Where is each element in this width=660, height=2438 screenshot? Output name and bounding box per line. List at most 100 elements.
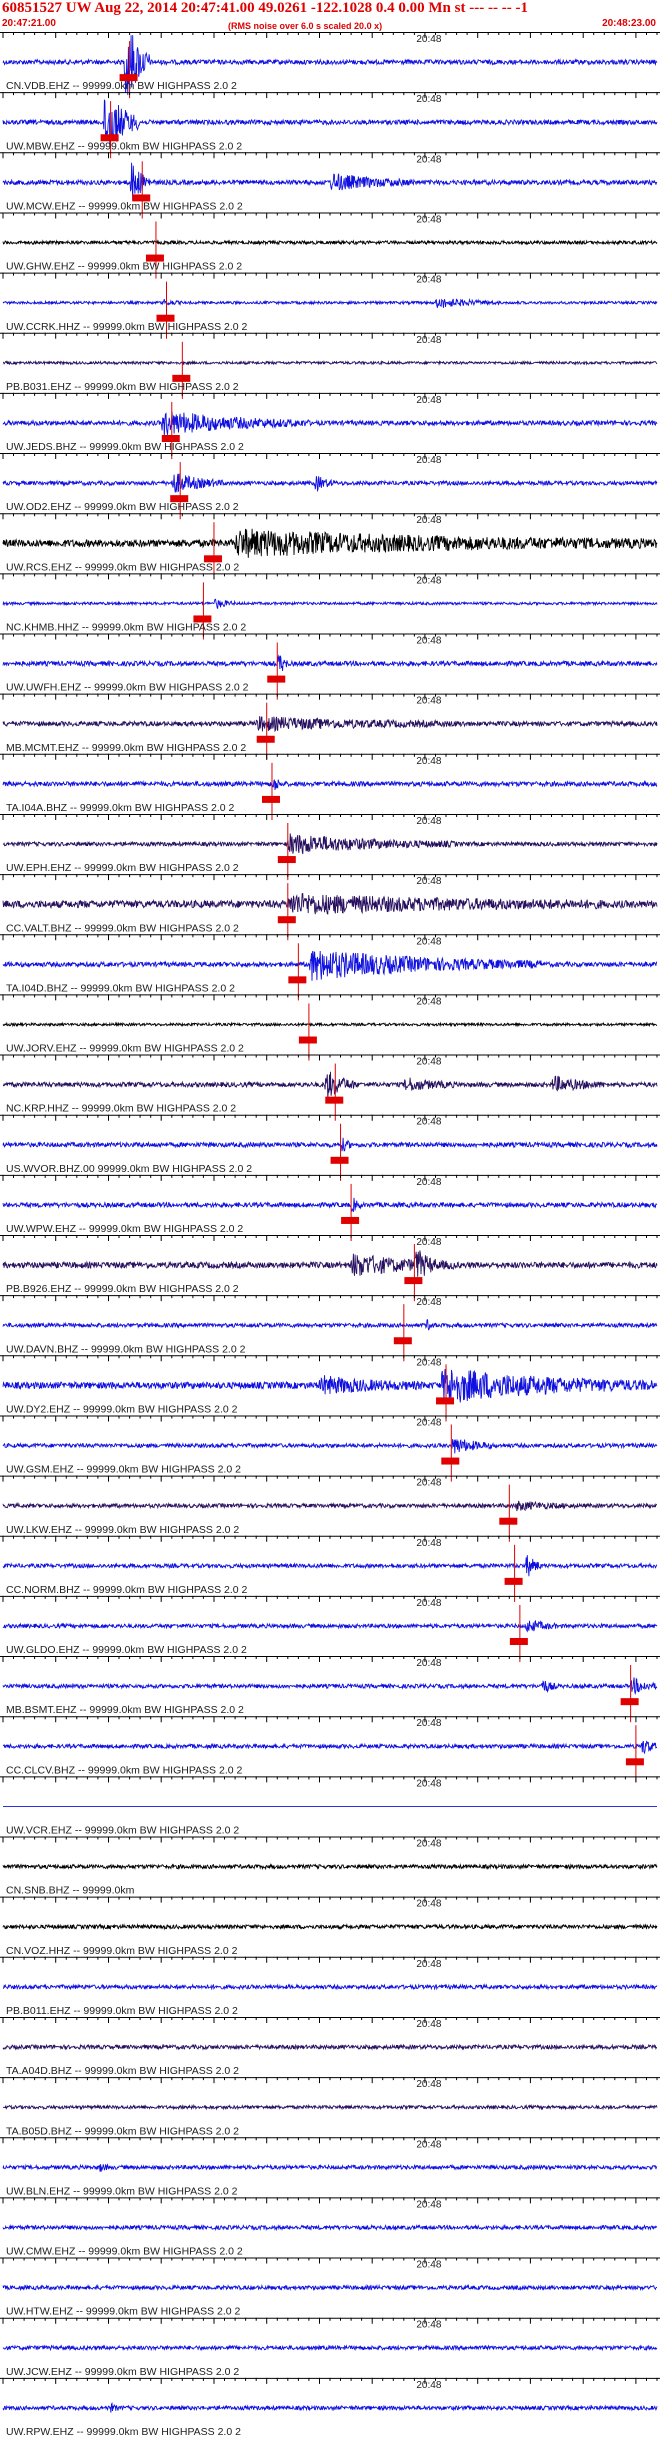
time-mark-label: 20:48	[416, 756, 441, 767]
phase-pick-flag	[341, 1216, 360, 1224]
time-mark-label: 20:48	[416, 1478, 441, 1489]
trace-label: TA.I04D.BHZ -- 99999.0km BW HIGHPASS 2.0…	[6, 982, 235, 994]
trace-row: 20:48 UW.OD2.EHZ -- 99999.0km BW HIGHPASS…	[0, 453, 660, 520]
trace-row: 20:48 UW.CCRK.HHZ -- 99999.0km BW HIGHPAS…	[0, 272, 660, 339]
seismogram-plot: 20:48 CN.VDB.EHZ -- 99999.0km BW HIGHPASS…	[0, 32, 660, 2438]
time-mark-label: 20:48	[416, 2380, 441, 2391]
waveform-trace	[2, 950, 658, 981]
time-mark-label: 20:48	[416, 34, 441, 45]
waveform-trace	[2, 1368, 658, 1404]
waveform-trace	[2, 2283, 658, 2292]
time-mark-label: 20:48	[416, 2139, 441, 2150]
time-mark-label: 20:48	[416, 455, 441, 466]
time-mark-label: 20:48	[416, 1057, 441, 1068]
trace-label: CN.SNB.BHZ -- 99999.0km	[6, 1885, 135, 1897]
time-mark-label: 20:48	[416, 1959, 441, 1970]
time-mark-label: 20:48	[416, 2079, 441, 2090]
phase-pick-flag	[499, 1517, 518, 1525]
trace-label: UW.RCS.EHZ -- 99999.0km BW HIGHPASS 2.0 …	[6, 561, 239, 573]
time-mark-label: 20:48	[416, 94, 441, 105]
trace-row: 20:48 CC.NORM.BHZ -- 99999.0km BW HIGHPAS…	[0, 1535, 660, 1602]
time-mark-label: 20:48	[416, 214, 441, 225]
trace-row: 20:48 UW.HTW.EHZ -- 99999.0km BW HIGHPASS…	[0, 2257, 660, 2318]
trace-row: 20:48 UW.BLN.EHZ -- 99999.0km BW HIGHPASS…	[0, 2137, 660, 2197]
trace-label: UW.EPH.EHZ -- 99999.0km BW HIGHPASS 2.0 …	[6, 862, 239, 874]
trace-row: 20:48 CN.SNB.BHZ -- 99999.0km	[0, 1836, 660, 1897]
trace-label: UW.OD2.EHZ -- 99999.0km BW HIGHPASS 2.0 …	[6, 501, 239, 513]
trace-label: UW.GHW.EHZ -- 99999.0km BW HIGHPASS 2.0 …	[6, 261, 242, 273]
waveform-trace	[2, 2043, 658, 2051]
trace-label: CC.CLCV.BHZ -- 99999.0km BW HIGHPASS 2.0…	[6, 1764, 242, 1776]
trace-row: 20:48 UW.JORV.EHZ -- 99999.0km BW HIGHPAS…	[0, 994, 660, 1061]
trace-row: 20:48 UW.WPW.EHZ -- 99999.0km BW HIGHPASS…	[0, 1174, 660, 1242]
waveform-trace	[2, 1555, 658, 1577]
phase-pick-flag	[504, 1577, 523, 1585]
time-mark-label: 20:48	[416, 936, 441, 947]
time-mark-label: 20:48	[416, 1718, 441, 1729]
waveform-trace	[2, 2163, 658, 2172]
trace-label: TA.B05D.BHZ -- 99999.0km BW HIGHPASS 2.0…	[6, 2125, 239, 2137]
waveform-trace	[2, 1677, 658, 1696]
trace-row: 20:48 UW.GLDO.EHZ -- 99999.0km BW HIGHPAS…	[0, 1595, 660, 1663]
trace-row: 20:48 TA.B05D.BHZ -- 99999.0km BW HIGHPAS…	[0, 2077, 660, 2137]
trace-label: PB.B031.EHZ -- 99999.0km BW HIGHPASS 2.0…	[6, 381, 239, 393]
trace-label: US.WVOR.BHZ.00 99999.0km BW HIGHPASS 2.0…	[6, 1163, 252, 1175]
time-mark-label: 20:48	[416, 335, 441, 346]
trace-label: UW.UWFH.EHZ -- 99999.0km BW HIGHPASS 2.0…	[6, 682, 249, 694]
time-mark-label: 20:48	[416, 575, 441, 586]
time-mark-label: 20:48	[416, 2019, 441, 2030]
trace-label: NC.KRP.HHZ -- 99999.0km BW HIGHPASS 2.0 …	[6, 1103, 236, 1115]
phase-pick-flag	[404, 1277, 423, 1285]
trace-row: 20:48 UW.DY2.EHZ -- 99999.0km BW HIGHPASS…	[0, 1355, 660, 1422]
time-mark-label: 20:48	[416, 816, 441, 827]
waveform-trace	[2, 473, 658, 493]
trace-row: 20:48 PB.B031.EHZ -- 99999.0km BW HIGHPAS…	[0, 332, 660, 399]
time-mark-label: 20:48	[416, 2320, 441, 2331]
phase-pick-flag	[509, 1638, 528, 1646]
phase-pick-flag	[277, 856, 296, 864]
waveform-trace	[2, 598, 658, 610]
time-mark-label: 20:48	[416, 1357, 441, 1368]
trace-label: UW.DY2.EHZ -- 99999.0km BW HIGHPASS 2.0 …	[6, 1403, 238, 1415]
trace-row: 20:48 UW.UWFH.EHZ -- 99999.0km BW HIGHPAS…	[0, 633, 660, 700]
trace-row: 20:48 PB.B926.EHZ -- 99999.0km BW HIGHPAS…	[0, 1235, 660, 1302]
waveform-trace	[2, 654, 658, 672]
trace-row: 20:48 NC.KRP.HHZ -- 99999.0km BW HIGHPASS…	[0, 1054, 660, 1121]
phase-pick-flag	[436, 1397, 455, 1405]
trace-label: UW.JEDS.BHZ -- 99999.0km BW HIGHPASS 2.0…	[6, 441, 244, 453]
trace-label: MB.MCMT.EHZ -- 99999.0km BW HIGHPASS 2.0…	[6, 742, 246, 754]
phase-pick-flag	[393, 1337, 412, 1345]
time-mark-label: 20:48	[416, 1778, 441, 1789]
phase-pick-flag	[330, 1156, 349, 1164]
time-mark-label: 20:48	[416, 1598, 441, 1609]
trace-label: UW.MBW.EHZ -- 99999.0km BW HIGHPASS 2.0 …	[6, 140, 242, 152]
trace-label: MB.BSMT.EHZ -- 99999.0km BW HIGHPASS 2.0…	[6, 1704, 244, 1716]
trace-row: 20:48 UW.JEDS.BHZ -- 99999.0km BW HIGHPAS…	[0, 392, 660, 460]
phase-pick-flag	[256, 735, 275, 743]
trace-row: 20:48 TA.A04D.BHZ -- 99999.0km BW HIGHPAS…	[0, 2016, 660, 2077]
time-mark-label: 20:48	[416, 636, 441, 647]
trace-row: 20:48 UW.GSM.EHZ -- 99999.0km BW HIGHPASS…	[0, 1415, 660, 1482]
time-mark-label: 20:48	[416, 1417, 441, 1428]
phase-pick-flag	[288, 976, 307, 984]
waveform-trace	[2, 1438, 658, 1454]
time-mark-label: 20:48	[416, 1117, 441, 1128]
waveform-trace	[2, 1021, 658, 1028]
trace-label: UW.LKW.EHZ -- 99999.0km BW HIGHPASS 2.0 …	[6, 1524, 239, 1536]
waveform-trace	[2, 1923, 658, 1931]
phase-pick-flag	[261, 795, 280, 803]
waveform-trace	[2, 2401, 658, 2413]
phase-pick-flag	[277, 916, 296, 924]
trace-label: UW.CMW.EHZ -- 99999.0km BW HIGHPASS 2.0 …	[6, 2246, 243, 2258]
phase-pick-flag	[625, 1758, 644, 1766]
trace-label: CN.VOZ.HHZ -- 99999.0km BW HIGHPASS 2.0 …	[6, 1945, 238, 1957]
start-time-label: 20:47:21.00	[2, 18, 56, 29]
waveform-trace	[2, 2223, 658, 2232]
waveform-trace	[2, 1137, 658, 1152]
trace-label: TA.A04D.BHZ -- 99999.0km BW HIGHPASS 2.0…	[6, 2065, 239, 2077]
trace-label: TA.I04A.BHZ -- 99999.0km BW HIGHPASS 2.0…	[6, 802, 235, 814]
waveform-trace	[2, 1250, 658, 1277]
time-mark-label: 20:48	[416, 1237, 441, 1248]
plot-title: 60851527 UW Aug 22, 2014 20:47:41.00 49.…	[2, 0, 528, 16]
time-mark-label: 20:48	[416, 1899, 441, 1910]
